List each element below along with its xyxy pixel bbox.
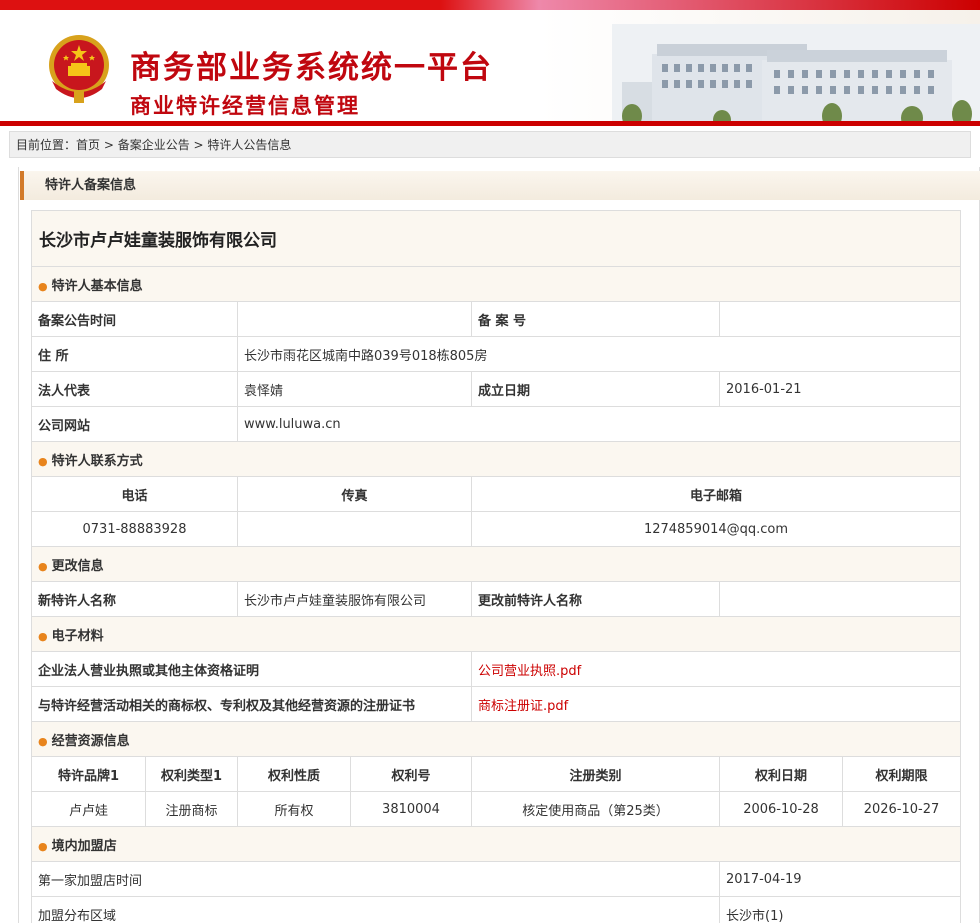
basic-info-heading: 特许人基本信息	[51, 278, 143, 294]
national-emblem-icon	[49, 35, 109, 103]
address-label: 住 所	[31, 336, 238, 372]
top-accent-bar	[0, 0, 980, 10]
filing-no-label: 备 案 号	[471, 301, 720, 337]
table-row: 卢卢娃 注册商标 所有权 3810004 核定使用商品（第25类） 2006-1…	[31, 791, 961, 827]
fax-label: 传真	[237, 476, 472, 512]
header-banner: 商务部业务系统统一平台 商业特许经营信息管理	[0, 10, 980, 124]
region-value: 长沙市(1)	[719, 896, 961, 923]
basic-info-heading-row: ● 特许人基本信息	[31, 266, 961, 302]
filing-no-value	[719, 301, 961, 337]
table-cell: 2026-10-27	[842, 791, 961, 827]
filing-date-label: 备案公告时间	[31, 301, 238, 337]
change-heading: 更改信息	[51, 558, 104, 574]
column-header: 权利期限	[842, 756, 961, 792]
table-cell: 核定使用商品（第25类）	[471, 791, 720, 827]
platform-subtitle: 商业特许经营信息管理	[130, 94, 360, 118]
bullet-icon: ●	[38, 559, 48, 573]
franchisor-info-table: 长沙市卢卢娃童装服饰有限公司 ● 特许人基本信息 备案公告时间 备 案 号 住 所…	[31, 210, 961, 923]
founded-value: 2016-01-21	[719, 371, 961, 407]
region-label: 加盟分布区域	[31, 896, 720, 923]
region-row: 加盟分布区域 长沙市(1)	[31, 896, 961, 923]
website-label: 公司网站	[31, 406, 238, 442]
resources-header-row: 特许品牌1 权利类型1 权利性质 权利号 注册类别 权利日期 权利期限	[31, 756, 961, 792]
column-header: 注册类别	[471, 756, 720, 792]
bullet-icon: ●	[38, 839, 48, 853]
founded-label: 成立日期	[471, 371, 720, 407]
material-row: 与特许经营活动相关的商标权、专利权及其他经营资源的注册证书 商标注册证.pdf	[31, 686, 961, 722]
website-value: www.luluwa.cn	[237, 406, 961, 442]
new-name-label: 新特许人名称	[31, 581, 238, 617]
table-cell: 所有权	[237, 791, 351, 827]
legal-rep-value: 袁怿婧	[237, 371, 472, 407]
banner-bottom-line	[0, 121, 980, 126]
breadcrumb-prefix: 目前位置：	[16, 138, 77, 152]
bullet-icon: ●	[38, 279, 48, 293]
filing-date-value	[237, 301, 472, 337]
phone-value: 0731-88883928	[31, 511, 238, 547]
table-cell: 卢卢娃	[31, 791, 146, 827]
column-header: 权利号	[350, 756, 472, 792]
materials-heading: 电子材料	[51, 628, 104, 644]
first-store-row: 第一家加盟店时间 2017-04-19	[31, 861, 961, 897]
breadcrumb: 目前位置：首页 > 备案企业公告 > 特许人公告信息	[9, 131, 971, 158]
email-value: 1274859014@qq.com	[471, 511, 961, 547]
resources-heading-row: ● 经营资源信息	[31, 721, 961, 757]
trademark-certificate-file-link[interactable]: 商标注册证.pdf	[478, 699, 568, 714]
section-header: 特许人备案信息	[20, 171, 980, 200]
platform-title: 商务部业务系统统一平台	[130, 50, 493, 86]
bullet-icon: ●	[38, 734, 48, 748]
bullet-icon: ●	[38, 454, 48, 468]
email-label: 电子邮箱	[471, 476, 961, 512]
column-header: 特许品牌1	[31, 756, 146, 792]
table-cell: 2006-10-28	[719, 791, 843, 827]
material-label: 企业法人营业执照或其他主体资格证明	[31, 651, 472, 687]
breadcrumb-separator: >	[100, 138, 118, 152]
change-row: 新特许人名称 长沙市卢卢娃童装服饰有限公司 更改前特许人名称	[31, 581, 961, 617]
company-title-row: 长沙市卢卢娃童装服饰有限公司	[31, 210, 961, 267]
first-store-value: 2017-04-19	[719, 861, 961, 897]
breadcrumb-separator: >	[189, 138, 208, 152]
new-name-value: 长沙市卢卢娃童装服饰有限公司	[237, 581, 472, 617]
address-row: 住 所 长沙市雨花区城南中路039号018栋805房	[31, 336, 961, 372]
material-row: 企业法人营业执照或其他主体资格证明 公司营业执照.pdf	[31, 651, 961, 687]
breadcrumb-filings-link[interactable]: 备案企业公告	[118, 138, 190, 152]
change-heading-row: ● 更改信息	[31, 546, 961, 582]
old-name-label: 更改前特许人名称	[471, 581, 720, 617]
bullet-icon: ●	[38, 629, 48, 643]
table-cell: 注册商标	[145, 791, 238, 827]
address-value: 长沙市雨花区城南中路039号018栋805房	[237, 336, 961, 372]
domestic-stores-heading: 境内加盟店	[51, 838, 117, 854]
resources-heading: 经营资源信息	[51, 733, 130, 749]
table-cell: 3810004	[350, 791, 472, 827]
phone-label: 电话	[31, 476, 238, 512]
legal-rep-row: 法人代表 袁怿婧 成立日期 2016-01-21	[31, 371, 961, 407]
first-store-label: 第一家加盟店时间	[31, 861, 720, 897]
column-header: 权利类型1	[145, 756, 238, 792]
old-name-value	[719, 581, 961, 617]
contact-heading-row: ● 特许人联系方式	[31, 441, 961, 477]
breadcrumb-current: 特许人公告信息	[207, 138, 292, 152]
business-license-file-link[interactable]: 公司营业执照.pdf	[478, 664, 581, 679]
breadcrumb-home-link[interactable]: 首页	[76, 138, 100, 152]
government-building-image	[612, 24, 980, 124]
contact-heading: 特许人联系方式	[51, 453, 143, 469]
column-header: 权利日期	[719, 756, 843, 792]
website-row: 公司网站 www.luluwa.cn	[31, 406, 961, 442]
domestic-stores-heading-row: ● 境内加盟店	[31, 826, 961, 862]
company-name: 长沙市卢卢娃童装服饰有限公司	[31, 210, 961, 267]
filing-row: 备案公告时间 备 案 号	[31, 301, 961, 337]
material-label: 与特许经营活动相关的商标权、专利权及其他经营资源的注册证书	[31, 686, 472, 722]
column-header: 权利性质	[237, 756, 351, 792]
contact-value-row: 0731-88883928 1274859014@qq.com	[31, 511, 961, 547]
materials-heading-row: ● 电子材料	[31, 616, 961, 652]
legal-rep-label: 法人代表	[31, 371, 238, 407]
fax-value	[237, 511, 472, 547]
contact-header-row: 电话 传真 电子邮箱	[31, 476, 961, 512]
